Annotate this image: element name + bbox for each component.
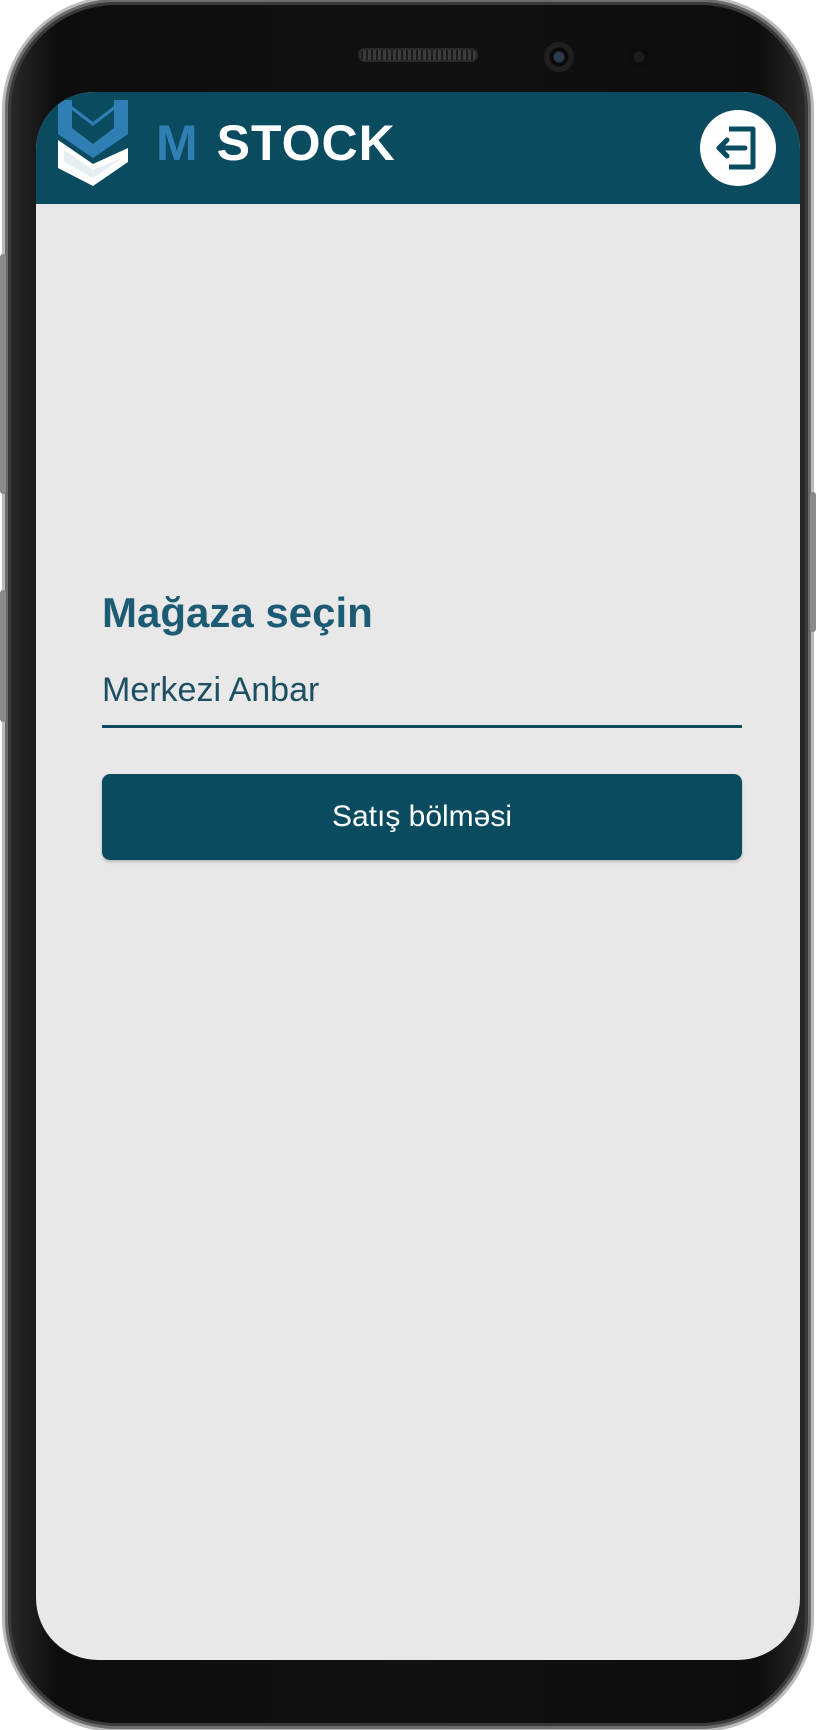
proximity-sensor	[628, 46, 650, 68]
store-select-dropdown[interactable]: Merkezi Anbar	[102, 662, 742, 729]
front-camera	[544, 42, 574, 72]
volume-down-button	[0, 590, 6, 722]
sales-section-button[interactable]: Satış bölməsi	[102, 774, 742, 861]
logo-text: M STOCK	[156, 115, 396, 171]
logout-icon	[716, 126, 756, 170]
logo-mark-icon	[58, 100, 128, 186]
selected-store-value: Merkezi Anbar	[102, 671, 320, 710]
logout-button[interactable]	[700, 110, 776, 186]
volume-up-button	[0, 254, 6, 494]
store-selection-form: Mağaza seçin Merkezi Anbar Satış bölməsi	[102, 588, 742, 861]
phone-frame: M STOCK Mağaza seçin Merkezi Anbar Satış …	[0, 2, 816, 1726]
store-select-label: Mağaza seçin	[102, 589, 373, 636]
app-logo: M STOCK	[58, 100, 396, 186]
earpiece-speaker	[358, 48, 478, 62]
app-screen: M STOCK Mağaza seçin Merkezi Anbar Satış …	[36, 92, 800, 1660]
power-button	[810, 492, 816, 632]
app-header: M STOCK	[36, 92, 800, 204]
